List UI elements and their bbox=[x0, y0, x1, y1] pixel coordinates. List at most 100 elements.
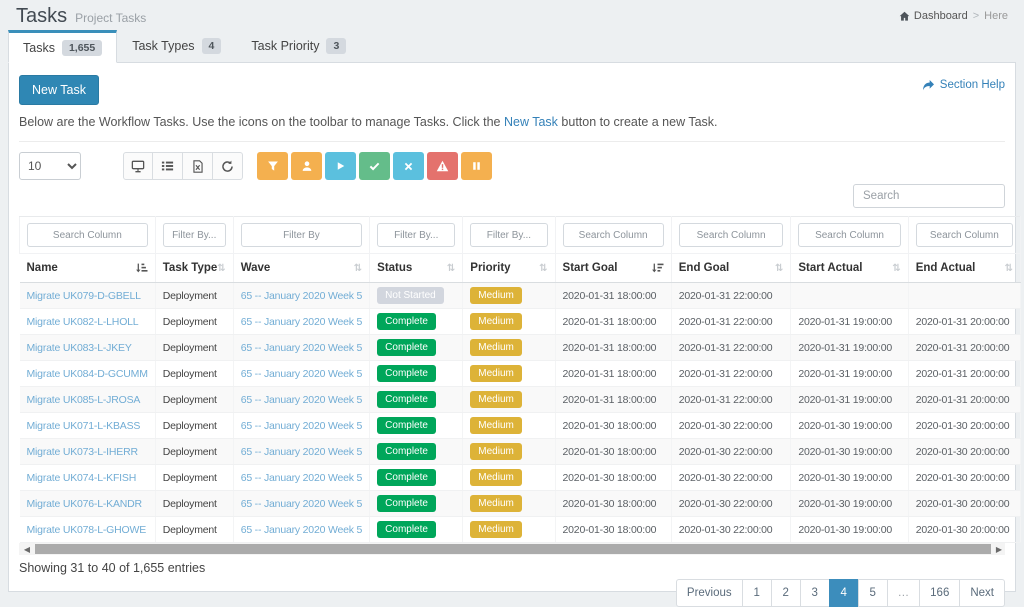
file-excel-button[interactable] bbox=[183, 152, 213, 180]
column-header-start_actual[interactable]: Start Actual⇅ bbox=[791, 254, 908, 283]
start-actual-cell: 2020-01-30 19:00:00 bbox=[791, 439, 908, 465]
pagination-previous[interactable]: Previous bbox=[676, 579, 743, 607]
start-actual-cell: 2020-01-31 19:00:00 bbox=[791, 309, 908, 335]
user-action-button[interactable] bbox=[291, 152, 322, 180]
new-task-inline-link[interactable]: New Task bbox=[504, 115, 558, 129]
column-filter-input-task_type[interactable] bbox=[163, 223, 226, 247]
pagination-next[interactable]: Next bbox=[959, 579, 1005, 607]
page-size-select[interactable]: 10 bbox=[19, 152, 81, 180]
status-cell: Complete bbox=[370, 517, 463, 543]
name-link[interactable]: Migrate UK073-L-IHERR bbox=[27, 446, 138, 458]
name-link[interactable]: Migrate UK079-D-GBELL bbox=[27, 290, 141, 302]
tab-tasks[interactable]: Tasks1,655 bbox=[8, 30, 117, 63]
status-badge: Not Started bbox=[377, 287, 444, 304]
column-header-start_goal[interactable]: Start Goal bbox=[555, 254, 671, 283]
name-link[interactable]: Migrate UK083-L-JKEY bbox=[27, 342, 132, 354]
pagination-page-3[interactable]: 3 bbox=[800, 579, 830, 607]
close-action-button[interactable] bbox=[393, 152, 424, 180]
name-link[interactable]: Migrate UK071-L-KBASS bbox=[27, 420, 141, 432]
wave-link[interactable]: 65 -- January 2020 Week 5 bbox=[241, 316, 362, 328]
column-filter-input-wave[interactable] bbox=[241, 223, 362, 247]
end-actual-cell: 2020-01-30 20:00:00 bbox=[908, 439, 1020, 465]
search-input[interactable] bbox=[853, 184, 1005, 208]
column-header-status[interactable]: Status⇅ bbox=[370, 254, 463, 283]
end-actual-cell: 2020-01-30 20:00:00 bbox=[908, 517, 1020, 543]
warning-action-button[interactable] bbox=[427, 152, 458, 180]
column-header-end_goal[interactable]: End Goal⇅ bbox=[671, 254, 791, 283]
column-filter-input-status[interactable] bbox=[377, 223, 455, 247]
refresh-button[interactable] bbox=[213, 152, 243, 180]
column-filter-input-start_actual[interactable] bbox=[798, 223, 900, 247]
column-header-wave[interactable]: Wave⇅ bbox=[233, 254, 369, 283]
wave-link[interactable]: 65 -- January 2020 Week 5 bbox=[241, 420, 362, 432]
tasks-table: NameTask Type⇅Wave⇅Status⇅Priority⇅Start… bbox=[19, 216, 1021, 543]
new-task-button[interactable]: New Task bbox=[19, 75, 99, 105]
task-type-cell: Deployment bbox=[155, 283, 233, 309]
name-link[interactable]: Migrate UK074-L-KFISH bbox=[27, 472, 137, 484]
column-filter-row bbox=[20, 217, 1021, 254]
tab-task-priority[interactable]: Task Priority3 bbox=[236, 30, 361, 62]
scroll-right-icon[interactable]: ▶ bbox=[993, 543, 1005, 555]
sort-desc-icon bbox=[651, 262, 664, 274]
breadcrumb-current: Here bbox=[984, 10, 1008, 22]
pagination-page-166[interactable]: 166 bbox=[919, 579, 960, 607]
column-header-end_actual[interactable]: End Actual⇅ bbox=[908, 254, 1020, 283]
priority-badge: Medium bbox=[470, 391, 522, 408]
pause-action-button[interactable] bbox=[461, 152, 492, 180]
column-filter-input-priority[interactable] bbox=[470, 223, 547, 247]
name-cell: Migrate UK085-L-JROSA bbox=[20, 387, 156, 413]
breadcrumb-dashboard[interactable]: Dashboard bbox=[899, 10, 968, 22]
refresh-icon bbox=[221, 160, 234, 173]
display-button[interactable] bbox=[123, 152, 153, 180]
pagination: Previous12345…166Next bbox=[19, 579, 1005, 607]
priority-badge: Medium bbox=[470, 313, 522, 330]
status-badge: Complete bbox=[377, 339, 436, 356]
horizontal-scrollbar[interactable]: ◀ ▶ bbox=[19, 543, 1005, 555]
wave-link[interactable]: 65 -- January 2020 Week 5 bbox=[241, 368, 362, 380]
column-filter-input-name[interactable] bbox=[27, 223, 148, 247]
name-link[interactable]: Migrate UK085-L-JROSA bbox=[27, 394, 141, 406]
wave-link[interactable]: 65 -- January 2020 Week 5 bbox=[241, 472, 362, 484]
scrollbar-thumb[interactable] bbox=[35, 544, 991, 554]
pagination-page-1[interactable]: 1 bbox=[742, 579, 772, 607]
filter-action-button[interactable] bbox=[257, 152, 288, 180]
name-link[interactable]: Migrate UK082-L-LHOLL bbox=[27, 316, 139, 328]
name-cell: Migrate UK084-D-GCUMM bbox=[20, 361, 156, 387]
tab-label: Task Types bbox=[132, 39, 194, 53]
name-cell: Migrate UK073-L-IHERR bbox=[20, 439, 156, 465]
column-filter-input-start_goal[interactable] bbox=[563, 223, 664, 247]
priority-cell: Medium bbox=[463, 439, 555, 465]
status-badge: Complete bbox=[377, 391, 436, 408]
wave-link[interactable]: 65 -- January 2020 Week 5 bbox=[241, 290, 362, 302]
content-panel: New Task Section Help Below are the Work… bbox=[8, 62, 1016, 592]
pagination-page-4[interactable]: 4 bbox=[829, 579, 859, 607]
play-action-button[interactable] bbox=[325, 152, 356, 180]
wave-link[interactable]: 65 -- January 2020 Week 5 bbox=[241, 498, 362, 510]
list-button[interactable] bbox=[153, 152, 183, 180]
page-title: Tasks bbox=[16, 5, 67, 28]
wave-link[interactable]: 65 -- January 2020 Week 5 bbox=[241, 342, 362, 354]
start-actual-cell: 2020-01-31 19:00:00 bbox=[791, 335, 908, 361]
wave-link[interactable]: 65 -- January 2020 Week 5 bbox=[241, 524, 362, 536]
name-link[interactable]: Migrate UK076-L-KANDR bbox=[27, 498, 142, 510]
name-link[interactable]: Migrate UK084-D-GCUMM bbox=[27, 368, 148, 380]
wave-link[interactable]: 65 -- January 2020 Week 5 bbox=[241, 446, 362, 458]
start-actual-cell: 2020-01-31 19:00:00 bbox=[791, 361, 908, 387]
name-link[interactable]: Migrate UK078-L-GHOWE bbox=[27, 524, 147, 536]
tab-label: Tasks bbox=[23, 41, 55, 55]
check-action-button[interactable] bbox=[359, 152, 390, 180]
scroll-left-icon[interactable]: ◀ bbox=[21, 543, 33, 555]
column-filter-input-end_actual[interactable] bbox=[916, 223, 1013, 247]
sort-icon: ⇅ bbox=[892, 263, 900, 274]
column-filter-input-end_goal[interactable] bbox=[679, 223, 784, 247]
wave-link[interactable]: 65 -- January 2020 Week 5 bbox=[241, 394, 362, 406]
tab-task-types[interactable]: Task Types4 bbox=[117, 30, 236, 62]
pagination-page-2[interactable]: 2 bbox=[771, 579, 801, 607]
column-header-priority[interactable]: Priority⇅ bbox=[463, 254, 555, 283]
section-help-link[interactable]: Section Help bbox=[922, 79, 1005, 91]
column-header-task_type[interactable]: Task Type⇅ bbox=[155, 254, 233, 283]
column-header-name[interactable]: Name bbox=[20, 254, 156, 283]
status-cell: Complete bbox=[370, 309, 463, 335]
name-cell: Migrate UK074-L-KFISH bbox=[20, 465, 156, 491]
pagination-page-5[interactable]: 5 bbox=[858, 579, 888, 607]
